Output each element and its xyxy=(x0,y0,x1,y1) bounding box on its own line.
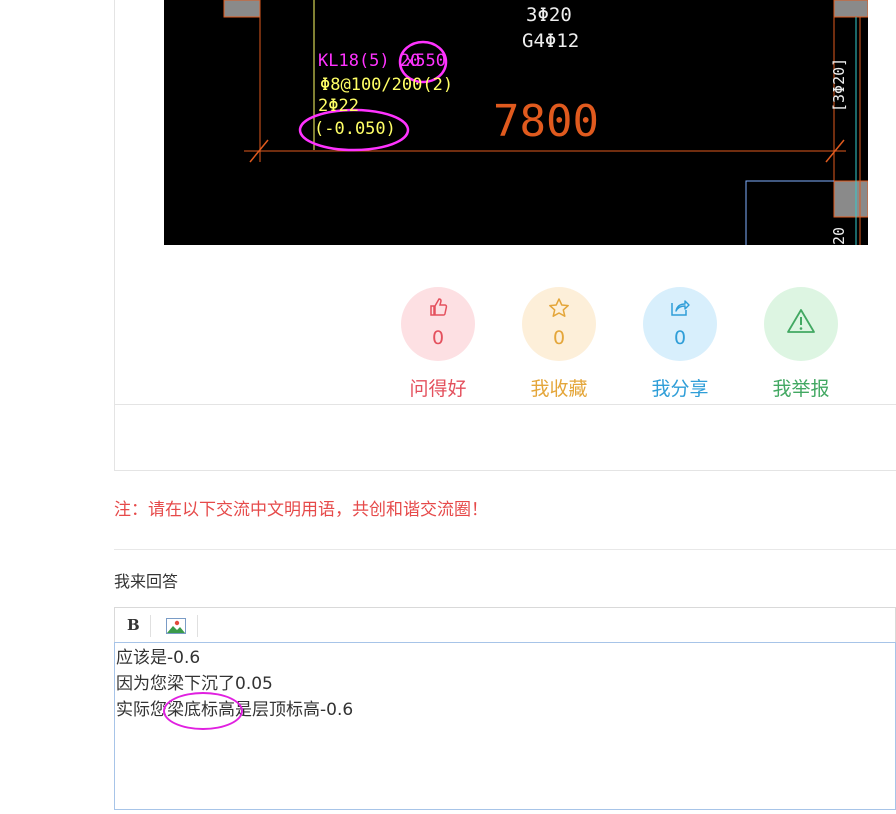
like-circle: 0 xyxy=(401,287,475,361)
favorite-circle: 0 xyxy=(522,287,596,361)
report-circle xyxy=(764,287,838,361)
favorite-label: 我收藏 xyxy=(530,378,588,400)
favorite-count: 0 xyxy=(552,327,566,349)
editor-line-2: 因为您梁下沉了0.05 xyxy=(116,674,273,694)
report-button[interactable]: 我举报 xyxy=(756,287,846,401)
editor-toolbar: B xyxy=(114,607,896,642)
report-label: 我举报 xyxy=(772,378,830,400)
cad-side-label: [3Φ20] xyxy=(830,57,848,112)
like-label: 问得好 xyxy=(409,378,467,400)
like-button[interactable]: 0 问得好 xyxy=(393,287,483,401)
answer-editor[interactable]: 应该是-0.6 因为您梁下沉了0.05 实际您梁底标高是层顶标高-0.6 xyxy=(114,642,896,810)
cad-span-dimension: 7800 xyxy=(493,96,599,147)
cad-side-label-2: 20 xyxy=(830,226,848,245)
cad-rebar-top: 3Φ20 xyxy=(526,4,572,26)
answer-section-title: 我来回答 xyxy=(114,572,179,591)
share-button[interactable]: 0 我分享 xyxy=(635,287,725,401)
cad-rebar-mid: G4Φ12 xyxy=(522,30,580,52)
column-bottom-right xyxy=(833,180,868,218)
bold-button[interactable]: B xyxy=(127,616,140,634)
cad-stirrup: Φ8@100/200(2) xyxy=(320,75,454,95)
warning-icon xyxy=(764,308,838,337)
share-circle: 0 xyxy=(643,287,717,361)
thumbs-up-icon xyxy=(401,297,475,320)
editor-line-1: 应该是-0.6 xyxy=(116,648,201,668)
cad-drawing-image: 3Φ20 G4Φ12 KL18(5) 20 x550 Φ8@100/200(2)… xyxy=(164,0,868,245)
column-top-right xyxy=(833,0,868,18)
cad-elevation: (-0.050) xyxy=(314,119,396,139)
share-icon xyxy=(643,297,717,320)
share-label: 我分享 xyxy=(651,378,709,400)
favorite-button[interactable]: 0 我收藏 xyxy=(514,287,604,401)
editor-annotation-ellipse xyxy=(163,692,243,730)
star-icon xyxy=(522,297,596,322)
civility-notice: 注：请在以下交流中文明用语，共创和谐交流圈！ xyxy=(114,500,488,520)
panel-bottom-border xyxy=(114,470,896,471)
action-bar: 0 问得好 0 我收藏 0 我分享 我举报 xyxy=(0,287,896,407)
cad-beam-size: x550 xyxy=(405,51,446,71)
share-count: 0 xyxy=(673,327,687,349)
section-divider xyxy=(114,549,896,550)
toolbar-separator-2 xyxy=(197,615,198,637)
toolbar-separator xyxy=(150,615,151,637)
like-count: 0 xyxy=(431,327,445,349)
image-icon[interactable] xyxy=(166,618,186,638)
column-top-left xyxy=(223,0,261,18)
cad-bottom-bar: 2Φ22 xyxy=(318,96,359,116)
